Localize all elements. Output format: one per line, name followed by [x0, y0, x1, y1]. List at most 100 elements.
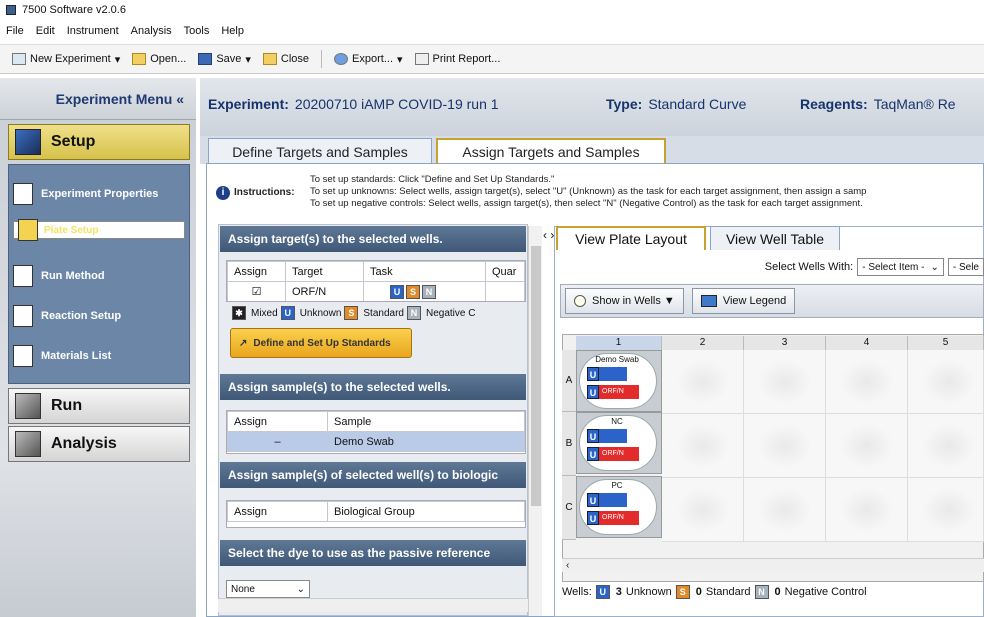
empty-well[interactable]	[908, 478, 984, 542]
experiment-menu-header[interactable]: Experiment Menu «	[0, 78, 196, 120]
assign-checkbox[interactable]: ☑	[227, 281, 286, 301]
wells-icon	[574, 295, 586, 307]
plate-column-header[interactable]: 3	[744, 336, 826, 350]
menu-instrument[interactable]: Instrument	[67, 25, 119, 37]
instructions-label: Instructions:	[234, 187, 295, 198]
open-button[interactable]: Open...	[128, 51, 190, 67]
vertical-scrollbar[interactable]	[528, 226, 542, 616]
well-c1[interactable]: PC U U ORF/N	[576, 476, 662, 538]
tab-define-targets[interactable]: Define Targets and Samples	[208, 138, 432, 164]
scroll-thumb[interactable]	[531, 246, 541, 506]
empty-well[interactable]	[662, 350, 744, 414]
sidebar-item-run-method[interactable]: Run Method	[13, 261, 185, 291]
tab-view-well-table[interactable]: View Well Table	[710, 226, 840, 250]
task-unknown-icon: U	[587, 367, 599, 381]
empty-well[interactable]	[826, 350, 908, 414]
col-sample: Sample	[327, 411, 525, 432]
wells-label: Wells:	[562, 586, 592, 598]
export-button[interactable]: Export... ▾	[330, 51, 407, 68]
well-oval	[840, 360, 894, 404]
well-oval	[922, 424, 976, 468]
empty-well[interactable]	[908, 414, 984, 478]
new-experiment-button[interactable]: New Experiment ▾	[8, 51, 124, 68]
select-item-dropdown[interactable]: - Select Item - ⌄	[857, 258, 944, 276]
empty-well[interactable]	[826, 478, 908, 542]
well-b1[interactable]: NC U U ORF/N	[576, 412, 662, 474]
table-row[interactable]: ☑ ORF/N USN	[227, 281, 525, 301]
select-value-dropdown[interactable]: - Sele	[947, 258, 984, 276]
empty-well[interactable]	[744, 414, 826, 478]
menu-tools[interactable]: Tools	[184, 25, 210, 37]
title-bar: 7500 Software v2.0.6	[0, 0, 984, 20]
assign-targets-header: Assign target(s) to the selected wells.	[220, 226, 526, 252]
plate-column-header[interactable]: 2	[662, 336, 744, 350]
table-row[interactable]: – Demo Swab	[227, 431, 525, 452]
unknown-label: Unknown	[625, 586, 672, 598]
tab-assign-targets[interactable]: Assign Targets and Samples	[436, 138, 666, 164]
plate-column-header[interactable]: 1	[576, 336, 662, 350]
folder-icon	[132, 53, 147, 65]
define-standards-button[interactable]: ↗ Define and Set Up Standards	[230, 328, 412, 358]
chevron-down-icon: ⌄	[296, 583, 305, 595]
type-label: Type:	[606, 96, 643, 112]
well-sample-name: PC	[611, 481, 623, 490]
menu-help[interactable]: Help	[221, 25, 244, 37]
col-target: Target	[285, 261, 364, 282]
well-a1[interactable]: Demo Swab U U ORF/N	[576, 350, 662, 412]
unknown-icon: U	[280, 306, 295, 320]
empty-well[interactable]	[908, 350, 984, 414]
tab-view-plate-layout[interactable]: View Plate Layout	[556, 226, 706, 250]
quantity-cell[interactable]	[485, 281, 525, 301]
reagents-label: Reagents:	[800, 96, 868, 112]
empty-well[interactable]	[744, 350, 826, 414]
plate-row-header[interactable]: A	[562, 350, 576, 412]
info-icon: i	[216, 186, 230, 200]
sidebar-item-reaction-setup[interactable]: Reaction Setup	[13, 301, 185, 331]
task-unknown-toggle[interactable]: U	[390, 284, 404, 299]
plate-column-header[interactable]: 5	[908, 336, 984, 350]
menu-analysis[interactable]: Analysis	[131, 25, 172, 37]
run-button[interactable]: Run	[8, 388, 190, 424]
empty-well[interactable]	[662, 414, 744, 478]
plate-horizontal-scrollbar[interactable]: ‹	[562, 558, 984, 572]
sidebar-item-plate-setup[interactable]: Plate Setup	[13, 219, 185, 241]
setup-button[interactable]: Setup	[8, 124, 190, 160]
sidebar-item-materials-list[interactable]: Materials List	[13, 341, 185, 371]
horizontal-scrollbar[interactable]	[218, 598, 528, 612]
view-legend-button[interactable]: View Legend	[691, 288, 796, 314]
plate-row-header[interactable]: C	[562, 476, 576, 540]
standard-label: Standard	[705, 586, 751, 598]
task-standard-toggle[interactable]: S	[406, 284, 420, 299]
export-icon	[334, 53, 349, 65]
instructions: i Instructions: To set up standards: Cli…	[214, 172, 984, 218]
plate-column-header[interactable]: 4	[826, 336, 908, 350]
chevron-down-icon: ⌄	[930, 261, 939, 273]
col-assign: Assign	[227, 501, 328, 522]
assign-checkbox[interactable]: –	[227, 431, 328, 452]
save-icon	[198, 53, 213, 65]
run-curve-icon	[13, 265, 33, 287]
show-in-wells-button[interactable]: Show in Wells ▼	[565, 288, 684, 314]
empty-well[interactable]	[826, 414, 908, 478]
print-report-button[interactable]: Print Report...	[411, 51, 505, 67]
plate-row-header[interactable]: B	[562, 412, 576, 476]
empty-well[interactable]	[662, 478, 744, 542]
bio-group-header: Assign sample(s) of selected well(s) to …	[220, 462, 526, 488]
sample-color-bar	[599, 493, 627, 507]
empty-well[interactable]	[744, 478, 826, 542]
menu-edit[interactable]: Edit	[36, 25, 55, 37]
analysis-button[interactable]: Analysis	[8, 426, 190, 462]
collapse-arrows-icon[interactable]: ‹ ›	[543, 228, 554, 242]
task-negative-toggle[interactable]: N	[422, 284, 436, 299]
passive-reference-select[interactable]: None ⌄	[226, 580, 310, 598]
menu-bar: File Edit Instrument Analysis Tools Help	[0, 20, 984, 42]
sample-cell: Demo Swab	[327, 431, 525, 452]
scroll-left-icon[interactable]: ‹	[562, 560, 569, 571]
sidebar-item-experiment-properties[interactable]: Experiment Properties	[13, 179, 185, 209]
setup-icon	[15, 129, 41, 155]
analysis-icon	[15, 431, 41, 457]
document-icon	[13, 183, 33, 205]
menu-file[interactable]: File	[6, 25, 24, 37]
close-button[interactable]: Close	[259, 51, 313, 67]
save-button[interactable]: Save ▾	[194, 51, 255, 68]
